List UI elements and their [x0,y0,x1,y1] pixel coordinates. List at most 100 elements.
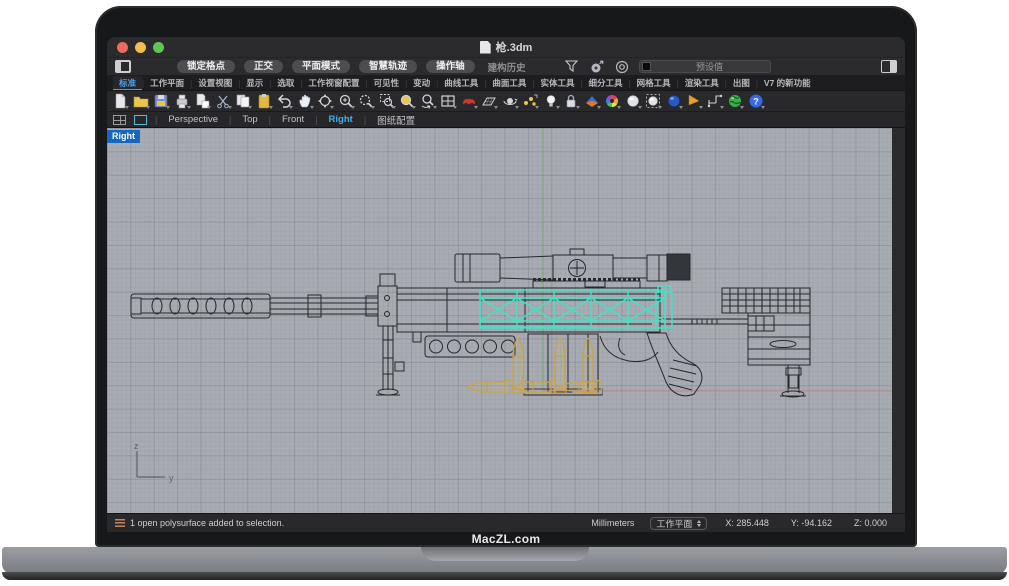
toolbar-tab-选取[interactable]: 选取 [271,76,300,91]
close-button[interactable] [117,42,128,53]
cut-icon[interactable] [215,93,231,109]
coordinate-y: Y: -94.162 [791,518,832,528]
updown-arrows-icon [697,520,701,527]
toolbar-tab-标准[interactable]: 标准 [113,76,142,91]
rhino-window: 枪.3dm 锁定格点正交平面模式智慧轨迹操作轴 建构历史 [107,37,905,532]
selected-polysurface-highlight[interactable] [480,286,672,328]
laptop-screen: 枪.3dm 锁定格点正交平面模式智慧轨迹操作轴 建构历史 [95,6,917,547]
lights-icon[interactable] [522,93,538,109]
open-file-icon[interactable] [133,93,149,109]
mode-toggle-操作轴[interactable]: 操作轴 [426,60,475,73]
viewport-title-badge[interactable]: Right [107,130,140,143]
viewport-tab-Right[interactable]: Right [326,114,356,125]
toolbar-tab-网格工具[interactable]: 网格工具 [631,76,677,91]
right-sidebar-toggle-icon[interactable] [881,60,897,73]
pan-icon[interactable] [297,93,313,109]
main-toolbar: ? [107,91,905,112]
zoom-dynamic-icon[interactable] [358,93,374,109]
color-wheel-icon[interactable] [604,93,620,109]
gumball-icon[interactable] [589,59,605,75]
viewport-tab-图纸配置[interactable]: 图纸配置 [374,113,418,127]
viewport-tab-separator: | [315,115,317,125]
ground-plane-icon[interactable] [481,93,497,109]
toolbar-tab-曲线工具[interactable]: 曲线工具 [438,76,484,91]
zoom-selected-icon[interactable] [399,93,415,109]
toolbar-tab-显示[interactable]: 显示 [240,76,269,91]
mode-toolbar: 锁定格点正交平面模式智慧轨迹操作轴 建构历史 预设值 [107,58,905,76]
zoom-window-icon[interactable] [379,93,395,109]
toolbar-tab-工作视窗配置[interactable]: 工作视窗配置 [302,76,365,91]
cplane-dropdown-value: 工作平面 [656,517,692,530]
axis-indicator: z y [125,443,185,485]
document-title: 枪.3dm [480,39,533,55]
save-file-icon[interactable] [153,93,169,109]
new-file-icon[interactable] [112,93,128,109]
viewport-edge-panel [892,128,905,513]
toolbar-tab-细分工具[interactable]: 细分工具 [583,76,629,91]
toolbar-tab-strip: 标准|工作平面|设置视图|显示|选取|工作视窗配置|可见性|变动|曲线工具|曲面… [107,76,905,91]
mode-toggle-平面模式[interactable]: 平面模式 [292,60,350,73]
viewport-layout-icon[interactable] [440,93,456,109]
brand-label: MacZL.com [95,532,917,546]
zoom-extents-icon[interactable] [420,93,436,109]
toolbar-tab-曲面工具[interactable]: 曲面工具 [486,76,532,91]
undo-icon[interactable] [276,93,292,109]
maczl-laptop-mockup: { "laptop": { "brand": "MacZL.com" }, "t… [0,0,1009,586]
lock-objects-icon[interactable] [563,93,579,109]
toolbar-tab-设置视图[interactable]: 设置视图 [192,76,238,91]
record-icon[interactable] [614,59,630,75]
selection-filter-icon[interactable] [564,59,580,75]
right-viewport[interactable]: Right [107,128,905,513]
color-swatch[interactable] [642,62,651,71]
help-icon[interactable]: ? [748,93,764,109]
mode-toggle-锁定格点[interactable]: 锁定格点 [177,60,235,73]
maximized-viewport-icon[interactable] [134,115,147,125]
toolbar-tab-可见性[interactable]: 可见性 [368,76,406,91]
toolbar-tab-渲染工具[interactable]: 渲染工具 [679,76,725,91]
paste-icon[interactable] [256,93,272,109]
toolbar-tab-工作平面[interactable]: 工作平面 [144,76,190,91]
named-view-icon[interactable] [502,93,518,109]
render-globe-icon[interactable] [727,93,743,109]
viewport-tab-Front[interactable]: Front [279,114,307,125]
dimension-icon[interactable] [707,93,723,109]
four-viewport-layout-icon[interactable] [113,115,126,125]
preset-field[interactable]: 预设值 [639,60,771,73]
cplane-dropdown[interactable]: 工作平面 [650,517,707,530]
render-preview-icon[interactable] [666,93,682,109]
lightbulb-icon[interactable] [543,93,559,109]
minimize-button[interactable] [135,42,146,53]
layer-object-icon[interactable] [584,93,600,109]
copy-icon[interactable] [235,93,251,109]
traffic-lights [117,42,164,53]
toolbar-tab-实体工具[interactable]: 实体工具 [534,76,580,91]
export-icon[interactable] [194,93,210,109]
document-icon [480,41,491,54]
bullet-models[interactable] [467,339,602,394]
record-history-toggle[interactable]: 建构历史 [488,60,526,74]
toolbar-tab-变动[interactable]: 变动 [407,76,436,91]
svg-text:?: ? [753,97,759,107]
toolbar-tab-V7 的新功能[interactable]: V7 的新功能 [758,76,817,91]
zoom-icon[interactable] [338,93,354,109]
command-history-icon[interactable] [115,519,125,527]
status-bar: 1 open polysurface added to selection. M… [107,513,905,532]
render-mesh-icon[interactable] [645,93,661,109]
document-title-text: 枪.3dm [496,39,533,55]
rifle-wireframe-model[interactable] [131,249,810,397]
material-sphere-icon[interactable] [625,93,641,109]
viewport-tab-separator: | [155,115,157,125]
units-label[interactable]: Millimeters [591,518,634,528]
annotate-flag-icon[interactable] [686,93,702,109]
print-icon[interactable] [174,93,190,109]
model-canvas[interactable] [107,128,893,513]
viewport-tab-Top[interactable]: Top [239,114,260,125]
zoom-button[interactable] [153,42,164,53]
shaded-display-icon[interactable] [461,93,477,109]
rotate-view-icon[interactable] [317,93,333,109]
mode-toggle-正交[interactable]: 正交 [244,60,283,73]
left-sidebar-toggle-icon[interactable] [115,60,131,73]
viewport-tab-Perspective[interactable]: Perspective [165,114,221,125]
mode-toggle-智慧轨迹[interactable]: 智慧轨迹 [359,60,417,73]
toolbar-tab-出图[interactable]: 出图 [727,76,756,91]
